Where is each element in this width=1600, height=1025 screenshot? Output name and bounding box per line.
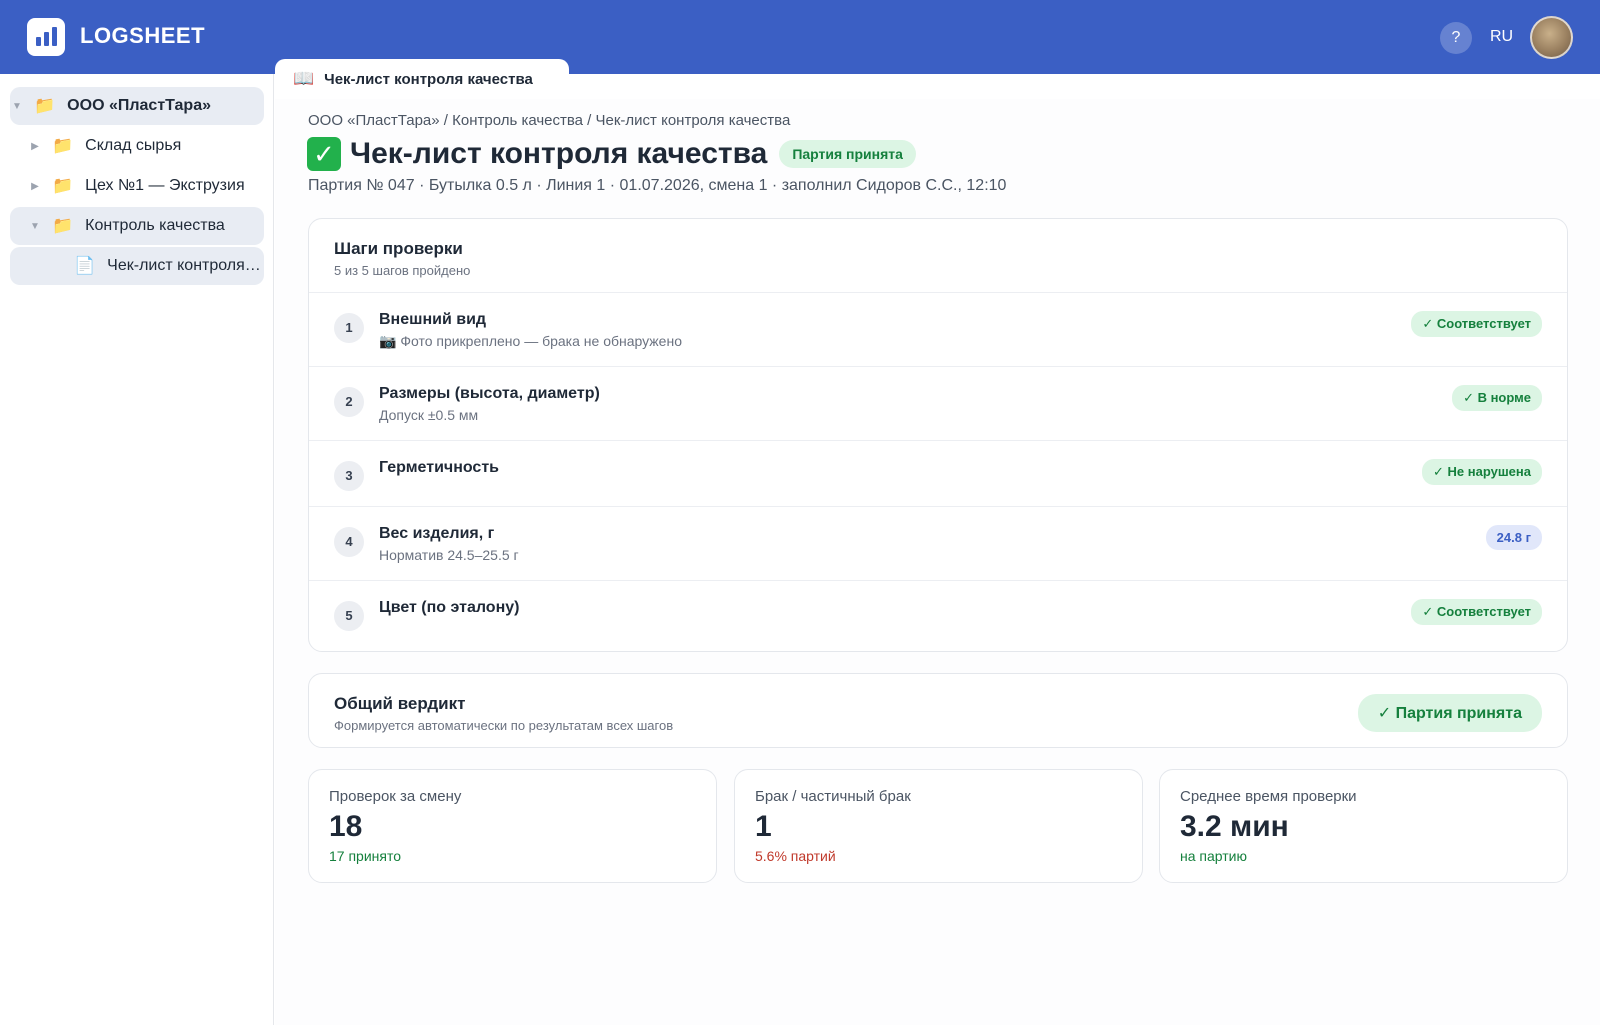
sidebar-item-label: Склад сырья — [85, 137, 182, 154]
verdict-header: Общий вердикт Формируется автоматически … — [334, 694, 673, 733]
chevron-down-icon[interactable]: ▼ — [28, 221, 42, 232]
step-number: 3 — [334, 461, 364, 491]
step-row[interactable]: 4 Вес изделия, г Норматив 24.5–25.5 г 24… — [309, 506, 1567, 580]
brand-name: LOGSHEET — [80, 23, 206, 48]
steps-progress: 5 из 5 шагов пройдено — [334, 263, 471, 278]
step-name: Вес изделия, г — [379, 525, 495, 542]
folder-icon: 📁 — [52, 176, 74, 195]
chevron-down-icon[interactable]: ▼ — [10, 101, 24, 112]
book-icon: 📖 — [293, 69, 315, 88]
logo-icon[interactable] — [27, 18, 65, 56]
verdict-subtitle: Формируется автоматически по результатам… — [334, 718, 674, 733]
chevron-right-icon[interactable]: ▶ — [28, 141, 42, 152]
step-row[interactable]: 3 Герметичность ✓ Не нарушена — [309, 440, 1567, 506]
step-name: Внешний вид — [379, 311, 487, 328]
step-number: 4 — [334, 527, 364, 557]
folder-icon: 📁 — [52, 136, 74, 155]
sidebar-item-warehouse[interactable]: ▶ 📁 Склад сырья — [10, 127, 264, 165]
step-row[interactable]: 5 Цвет (по эталону) ✓ Соответствует — [309, 580, 1567, 651]
stat-label: Брак / частичный брак — [755, 788, 911, 805]
verdict-card: Общий вердикт Формируется автоматически … — [308, 673, 1568, 748]
language-switch[interactable]: RU — [1490, 28, 1513, 46]
step-name: Герметичность — [379, 459, 499, 476]
step-value-badge: 24.8 г — [1485, 525, 1542, 550]
sidebar-item-quality-control[interactable]: ▼ 📁 Контроль качества — [10, 207, 264, 245]
stat-card-avg-time: Среднее время проверки 3.2 мин на партию — [1159, 769, 1568, 883]
folder-icon: 📁 — [34, 96, 56, 115]
step-result-badge: ✓ В норме — [1452, 385, 1542, 411]
sidebar-item-company[interactable]: ▼ 📁 ООО «ПластТара» — [10, 87, 264, 125]
step-name: Цвет (по эталону) — [379, 599, 520, 616]
top-bar: LOGSHEET ? RU — [0, 0, 1600, 74]
sidebar-item-checklist[interactable]: 📄 Чек-лист контроля качества — [10, 247, 264, 285]
step-number: 5 — [334, 601, 364, 631]
step-row[interactable]: 2 Размеры (высота, диаметр) Допуск ±0.5 … — [309, 366, 1567, 440]
check-mark-icon: ✓ — [307, 137, 341, 171]
steps-title: Шаги проверки — [334, 239, 463, 258]
chevron-right-icon[interactable]: ▶ — [28, 181, 42, 192]
step-note: Норматив 24.5–25.5 г — [379, 547, 519, 563]
stat-value: 3.2 мин — [1180, 810, 1289, 843]
stat-value: 1 — [755, 810, 772, 843]
stat-label: Среднее время проверки — [1180, 788, 1357, 805]
stat-value: 18 — [329, 810, 363, 843]
batch-meta: Партия № 047 · Бутылка 0.5 л · Линия 1 ·… — [308, 177, 1007, 194]
sidebar: ▼ 📁 ООО «ПластТара» ▶ 📁 Склад сырья ▶ 📁 … — [0, 74, 274, 1025]
tab-label: Чек-лист контроля качества — [324, 70, 533, 88]
sidebar-item-workshop[interactable]: ▶ 📁 Цех №1 — Экструзия — [10, 167, 264, 205]
step-row[interactable]: 1 Внешний вид 📷 Фото прикреплено — брака… — [309, 292, 1567, 366]
stat-card-checks: Проверок за смену 18 17 принято — [308, 769, 717, 883]
step-number: 2 — [334, 387, 364, 417]
document-icon: 📄 — [74, 256, 96, 275]
verdict-title: Общий вердикт — [334, 694, 466, 713]
sidebar-item-label: Чек-лист контроля качества — [107, 257, 264, 274]
avatar[interactable] — [1530, 16, 1573, 59]
main-content: ООО «ПластТара» / Контроль качества / Че… — [275, 99, 1600, 1025]
stat-card-defects: Брак / частичный брак 1 5.6% партий — [734, 769, 1143, 883]
step-result-badge: ✓ Соответствует — [1411, 311, 1542, 337]
help-button[interactable]: ? — [1440, 22, 1472, 54]
stat-label: Проверок за смену — [329, 788, 462, 805]
verdict-badge: ✓ Партия принята — [1357, 694, 1542, 732]
stat-sub: 17 принято — [329, 848, 402, 864]
tab-checklist[interactable]: 📖 Чек-лист контроля качества — [275, 59, 569, 99]
sidebar-item-label: Контроль качества — [85, 217, 225, 234]
sidebar-item-label: Цех №1 — Экструзия — [85, 177, 245, 194]
sidebar-item-label: ООО «ПластТара» — [67, 97, 211, 114]
step-note: 📷 Фото прикреплено — брака не обнаружено — [379, 333, 682, 349]
stat-sub: на партию — [1180, 848, 1247, 864]
steps-card: Шаги проверки 5 из 5 шагов пройдено 1 Вн… — [308, 218, 1568, 652]
step-result-badge: ✓ Соответствует — [1411, 599, 1542, 625]
step-name: Размеры (высота, диаметр) — [379, 385, 600, 402]
stat-sub: 5.6% партий — [755, 848, 836, 864]
title-row: ✓ Чек-лист контроля качества Партия прин… — [307, 134, 916, 174]
step-result-badge: ✓ Не нарушена — [1422, 459, 1542, 485]
steps-header: Шаги проверки 5 из 5 шагов пройдено — [334, 239, 470, 278]
page-title: Чек-лист контроля качества — [350, 137, 768, 170]
step-note: Допуск ±0.5 мм — [379, 407, 479, 423]
step-number: 1 — [334, 313, 364, 343]
breadcrumb[interactable]: ООО «ПластТара» / Контроль качества / Че… — [308, 112, 790, 129]
status-badge: Партия принята — [779, 140, 916, 168]
folder-icon: 📁 — [52, 216, 74, 235]
